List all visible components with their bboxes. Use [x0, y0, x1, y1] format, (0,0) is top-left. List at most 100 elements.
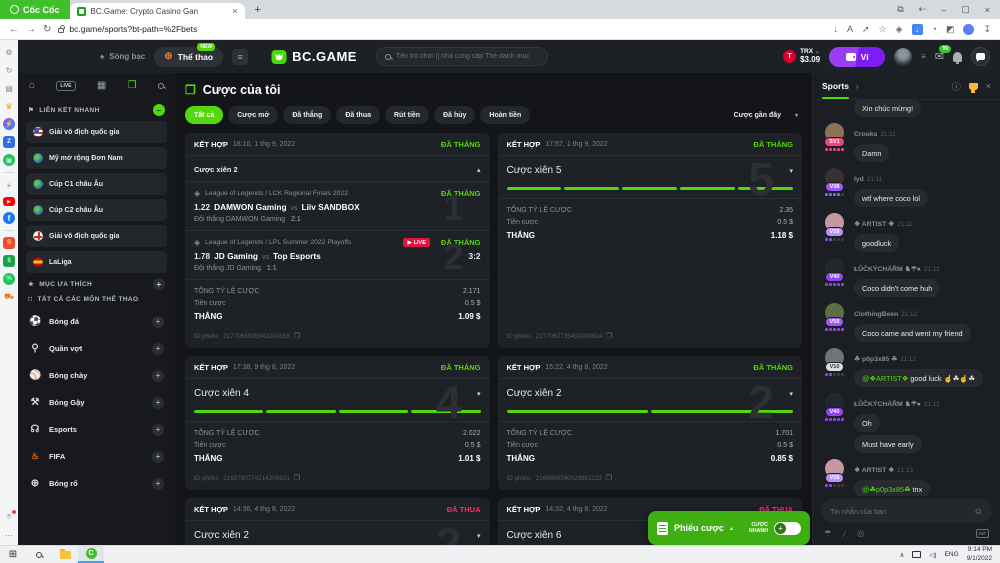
language-indicator[interactable]: ENG — [945, 551, 959, 558]
bet-title-row[interactable]: 5 Cược xiên 5 ▾ — [498, 156, 803, 183]
profile-icon[interactable] — [963, 24, 974, 35]
network-icon[interactable] — [912, 551, 921, 558]
chat-username[interactable]: ❖ ARTIST ❖21:13 — [854, 467, 913, 474]
new-tab-button[interactable]: + — [245, 0, 271, 19]
home-icon[interactable]: ⌂ — [29, 80, 35, 91]
clock[interactable]: 9:14 PM9/1/2022 — [967, 546, 992, 562]
sidebar-item-league[interactable]: Mỹ mở rộng Đơn Nam — [26, 147, 167, 169]
copy-icon[interactable]: ❐ — [606, 332, 612, 340]
coin-rain-icon[interactable]: ☂ — [824, 528, 832, 539]
rail-more-icon[interactable]: ⋯ — [3, 529, 15, 541]
chat-input[interactable] — [830, 507, 968, 516]
add-favorite-button[interactable]: + — [153, 278, 165, 290]
games-icon[interactable]: ▣ — [3, 154, 15, 166]
inbox-button[interactable]: ✉ 99 — [935, 50, 944, 63]
address-bar[interactable]: bc.game/sports?bt-path=%2Fbets — [58, 24, 826, 34]
rail-bell-icon[interactable]: ⍟ — [3, 511, 15, 523]
back-button[interactable]: ← — [9, 24, 19, 35]
chat-username[interactable]: ŁŮČKÝCHÄŘM ♞☂●21:12 — [854, 266, 940, 273]
expand-tennis-button[interactable]: + — [152, 343, 164, 355]
chat-username[interactable]: ❖ ARTIST ❖21:11 — [854, 221, 913, 228]
youtube-icon[interactable]: ▶ — [3, 197, 15, 206]
chevron-down-icon[interactable]: ▾ — [477, 390, 481, 398]
mention[interactable]: @❖ARTIST❖ — [862, 374, 908, 383]
expand-baseball-button[interactable]: + — [152, 370, 164, 382]
sidebar-item-fifa[interactable]: ♨FIFA+ — [26, 443, 167, 470]
start-button[interactable]: ⊞ — [0, 546, 26, 563]
chat-username[interactable]: ŁŮČKÝCHÄŘM ♞☂●21:12 — [854, 401, 940, 408]
sidebar-search-icon[interactable] — [158, 83, 164, 89]
taskbar-search-button[interactable] — [26, 546, 52, 563]
cart-app-icon[interactable]: ⛟ — [3, 291, 15, 303]
chat-close-icon[interactable]: × — [986, 81, 991, 91]
crown-icon[interactable]: ♛ — [3, 100, 15, 112]
my-bets-icon[interactable]: ❐ — [128, 80, 137, 91]
notifications-bell-icon[interactable] — [953, 52, 962, 62]
filter-all[interactable]: Tất cả — [185, 106, 223, 124]
chat-messages[interactable]: Xin chúc mừng! SV1 Crooks21:11Damn V38 l… — [813, 100, 1000, 496]
coccoc-brand[interactable]: Cốc Cốc — [0, 0, 70, 19]
sidebar-item-league[interactable]: LaLiga — [26, 251, 167, 273]
collapse-quick-links-button[interactable]: – — [153, 104, 165, 116]
bet-title-row[interactable]: Cược xiên 2 ▴ — [185, 156, 490, 181]
sort-dropdown[interactable]: Cược gần đây ▾ — [734, 112, 802, 119]
nav-casino[interactable]: ♠ Sòng bạc — [100, 52, 145, 61]
gif-icon[interactable]: GIF — [976, 529, 990, 538]
copy-icon[interactable]: ❐ — [294, 474, 300, 482]
calendar-icon[interactable]: ▦ — [97, 80, 106, 91]
copy-icon[interactable]: ❐ — [606, 474, 612, 482]
chat-tab-sports[interactable]: Sports — [822, 73, 849, 99]
bet-slip-button[interactable]: Phiếu cược ▴ CƯỢCNHANH + — [648, 511, 810, 545]
bet-title-row[interactable]: 4 Cược xiên 4 ▾ — [185, 379, 490, 406]
chat-username[interactable]: lyd21:11 — [854, 176, 882, 183]
filter-lost[interactable]: Đã thua — [336, 106, 380, 124]
collapse-menu-button[interactable]: ≡ — [232, 49, 248, 65]
bet-title-row[interactable]: 2 Cược xiên 2 ▾ — [185, 521, 490, 545]
sidebar-item-cricket[interactable]: ⚒Bóng Gậy+ — [26, 389, 167, 416]
shop-app-icon[interactable]: S — [3, 237, 15, 249]
quick-bet-toggle[interactable]: + — [774, 522, 801, 535]
open-chat-button[interactable] — [971, 47, 990, 66]
chevron-up-icon[interactable]: ▴ — [477, 166, 481, 174]
window-minimize-button[interactable]: – — [941, 5, 946, 15]
chat-input-box[interactable]: ☺ — [821, 499, 992, 523]
zalo-icon[interactable]: Z — [3, 136, 15, 148]
messenger-icon[interactable]: ⚡ — [3, 118, 15, 130]
sidebar-item-league[interactable]: Giải vô địch quốc gia — [26, 121, 167, 143]
expand-cricket-button[interactable]: + — [152, 397, 164, 409]
account-menu-icon[interactable]: ≡ — [921, 52, 926, 61]
filter-open[interactable]: Cược mở — [228, 106, 278, 124]
promo-app-icon[interactable]: % — [3, 273, 15, 285]
expand-football-button[interactable]: + — [152, 316, 164, 328]
chevron-down-icon[interactable]: ▾ — [789, 390, 793, 398]
live-tab[interactable]: LIVE — [56, 81, 75, 91]
trophy-icon[interactable] — [969, 83, 978, 90]
filter-cashout[interactable]: Rút tiền — [385, 106, 429, 124]
settings-gear-icon[interactable]: ⚙ — [3, 46, 15, 58]
sidebar-item-league[interactable]: Cúp C1 châu Âu — [26, 173, 167, 195]
history-icon[interactable]: ↻ — [3, 64, 15, 76]
mention[interactable]: @☘p0p3x85☘ — [862, 485, 911, 494]
emoji-icon[interactable]: ☺ — [974, 506, 983, 516]
snip-icon[interactable]: ⧉ — [897, 4, 903, 15]
chevron-right-icon[interactable]: › — [856, 82, 859, 91]
facebook-icon[interactable]: f — [3, 212, 15, 224]
window-close-button[interactable]: × — [985, 5, 990, 15]
coccoc-taskbar-button[interactable]: C — [78, 546, 104, 563]
expand-esports-button[interactable]: + — [152, 424, 164, 436]
translate-icon[interactable]: A — [847, 24, 853, 34]
wallet-app-icon[interactable]: $ — [3, 255, 15, 267]
download-manager-icon[interactable]: ↓ — [912, 24, 923, 35]
tab-close-icon[interactable]: × — [232, 6, 237, 16]
reading-list-icon[interactable]: ▤ — [3, 82, 15, 94]
bookmark-star-icon[interactable]: ☆ — [879, 24, 887, 35]
expand-basketball-button[interactable]: + — [152, 478, 164, 490]
extensions-icon[interactable]: ◩ — [946, 24, 955, 35]
reload-button[interactable]: ↻ — [43, 24, 51, 35]
filter-won[interactable]: Đã thắng — [283, 106, 331, 124]
balance-selector[interactable]: T TRX ⌄ $3.09 — [783, 48, 820, 64]
sidebar-item-football[interactable]: ⚽Bóng đá+ — [26, 308, 167, 335]
expand-fifa-button[interactable]: + — [152, 451, 164, 463]
filter-refund[interactable]: Hoàn tiền — [480, 106, 530, 124]
chevron-down-icon[interactable]: ▾ — [789, 167, 793, 175]
